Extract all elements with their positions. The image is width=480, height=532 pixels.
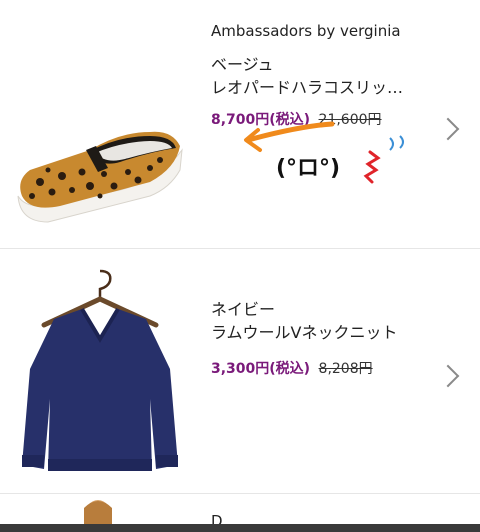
doodle-annotation: (°ロ°) xyxy=(240,118,440,198)
product-image-navy-sweater xyxy=(0,249,195,493)
product-title-line2: レオパードハラコスリッ… xyxy=(211,78,404,97)
doodle-face-text: (°ロ°) xyxy=(276,156,341,181)
product-list-item[interactable]: Ambassadors by verginia ベージュ レオパードハラコスリッ… xyxy=(0,0,480,249)
product-title-line1: ネイビー xyxy=(211,300,276,319)
chevron-right-icon[interactable] xyxy=(436,364,460,388)
product-title-line1: ベージュ xyxy=(211,55,274,74)
bottom-toolbar xyxy=(0,524,480,532)
chevron-right-icon[interactable] xyxy=(436,117,460,141)
product-brand: Ambassadors by verginia xyxy=(211,22,401,40)
original-price: 8,208円 xyxy=(318,361,373,377)
sale-price: 3,300円(税込) xyxy=(211,361,311,377)
product-title-line2: ラムウールVネックニット xyxy=(211,323,398,342)
product-image-leopard-slipon xyxy=(0,0,195,248)
product-list-item[interactable]: ネイビー ラムウールVネックニット 3,300円(税込) 8,208円 xyxy=(0,249,480,494)
